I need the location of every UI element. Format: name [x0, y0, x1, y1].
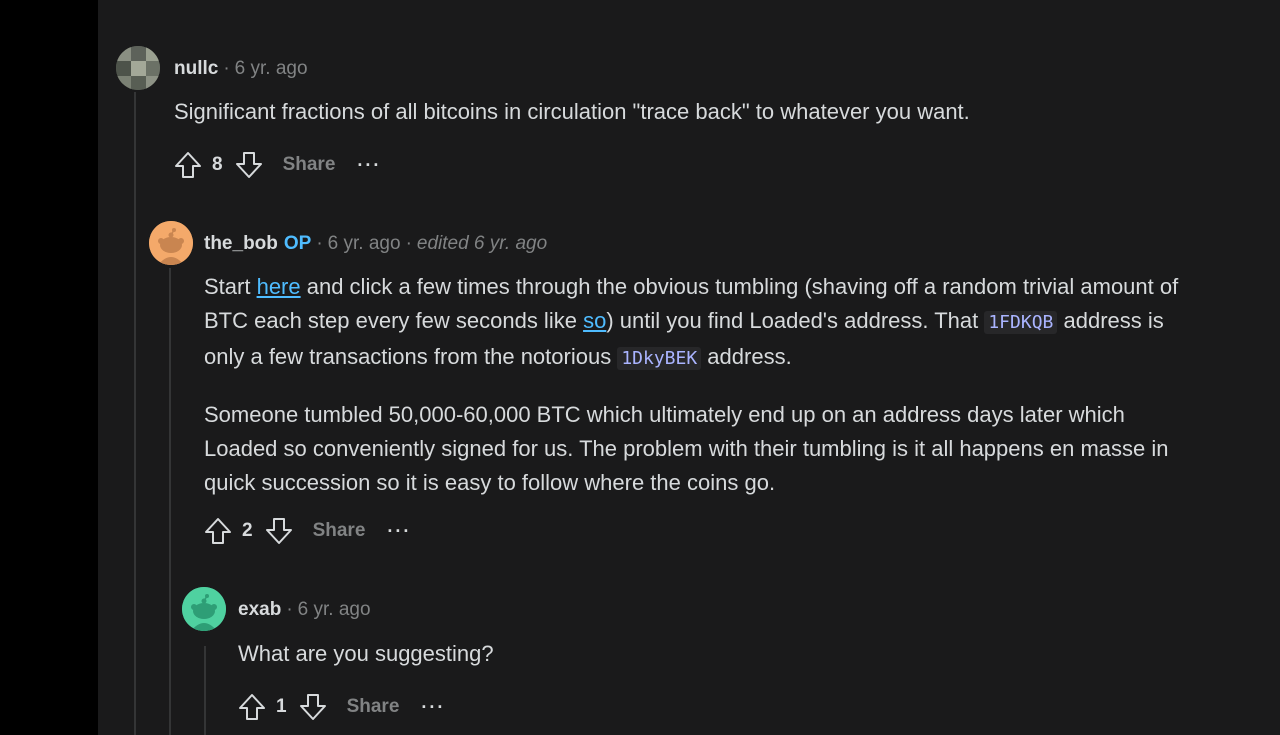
edited-label: edited 6 yr. ago [416, 233, 548, 254]
upvote-arrow-icon [239, 694, 265, 720]
upvote-button[interactable] [170, 147, 206, 183]
address-code-1fdkqb: 1FDKQB [984, 311, 1058, 334]
thread-line-level-3[interactable] [204, 646, 206, 735]
op-badge: OP [283, 233, 312, 254]
share-button[interactable]: Share [347, 696, 400, 718]
author-name[interactable]: exab [238, 599, 281, 620]
separator: · [405, 233, 412, 254]
separator: · [316, 233, 323, 254]
upvote-button[interactable] [234, 689, 270, 725]
downvote-button[interactable] [231, 147, 267, 183]
vote-score: 1 [276, 696, 287, 717]
comment-meta: the_bob OP · 6 yr. ago · edited 6 yr. ago [204, 232, 547, 256]
more-options-icon[interactable]: ··· [421, 697, 445, 718]
comment-body: What are you suggesting? [238, 637, 1138, 671]
timestamp[interactable]: 6 yr. ago [298, 599, 371, 620]
pixel-avatar-icon[interactable] [116, 46, 160, 90]
comment-text: What are you suggesting? [238, 641, 494, 666]
downvote-button[interactable] [261, 513, 297, 549]
thread-line-level-1[interactable] [134, 92, 136, 735]
text-span: Start [204, 274, 257, 299]
more-options-icon[interactable]: ··· [357, 155, 381, 176]
vote-score: 8 [212, 154, 223, 175]
upvote-arrow-icon [175, 152, 201, 178]
snoo-avatar-icon[interactable] [182, 587, 226, 631]
comment-actions: 2 Share ··· [200, 513, 411, 549]
comment-text: Significant fractions of all bitcoins in… [174, 99, 970, 124]
timestamp[interactable]: 6 yr. ago [235, 58, 308, 79]
author-name[interactable]: the_bob [204, 233, 278, 254]
comment-actions: 8 Share ··· [170, 147, 381, 183]
separator: · [223, 58, 230, 79]
downvote-button[interactable] [295, 689, 331, 725]
downvote-arrow-icon [235, 152, 262, 178]
author-name[interactable]: nullc [174, 58, 218, 79]
here-link[interactable]: here [257, 274, 301, 299]
comment-actions: 1 Share ··· [234, 689, 445, 725]
snoo-avatar-icon[interactable] [149, 221, 193, 265]
comment-body: Significant fractions of all bitcoins in… [174, 95, 1264, 129]
vote-score: 2 [242, 520, 253, 541]
more-options-icon[interactable]: ··· [387, 521, 411, 542]
so-link[interactable]: so [583, 308, 606, 333]
comment-thread-panel: nullc · 6 yr. ago Significant fractions of… [98, 0, 1280, 735]
upvote-button[interactable] [200, 513, 236, 549]
downvote-arrow-icon [299, 694, 326, 720]
downvote-arrow-icon [265, 518, 292, 544]
comment-paragraph-2: Someone tumbled 50,000-60,000 BTC which … [204, 402, 1169, 495]
text-span: address. [701, 344, 792, 369]
timestamp[interactable]: 6 yr. ago [328, 233, 401, 254]
address-code-1dkybek: 1DkyBEK [617, 347, 702, 370]
thread-line-level-2[interactable] [169, 268, 171, 735]
comment-meta: nullc · 6 yr. ago [174, 57, 308, 81]
separator: · [286, 599, 293, 620]
comment-paragraph-1: Start here and click a few times through… [204, 270, 1204, 376]
comment-body: Start here and click a few times through… [204, 270, 1204, 500]
share-button[interactable]: Share [313, 520, 366, 542]
text-span: ) until you find Loaded's address. That [606, 308, 985, 333]
upvote-arrow-icon [205, 518, 231, 544]
share-button[interactable]: Share [283, 154, 336, 176]
comment-meta: exab · 6 yr. ago [238, 598, 371, 622]
